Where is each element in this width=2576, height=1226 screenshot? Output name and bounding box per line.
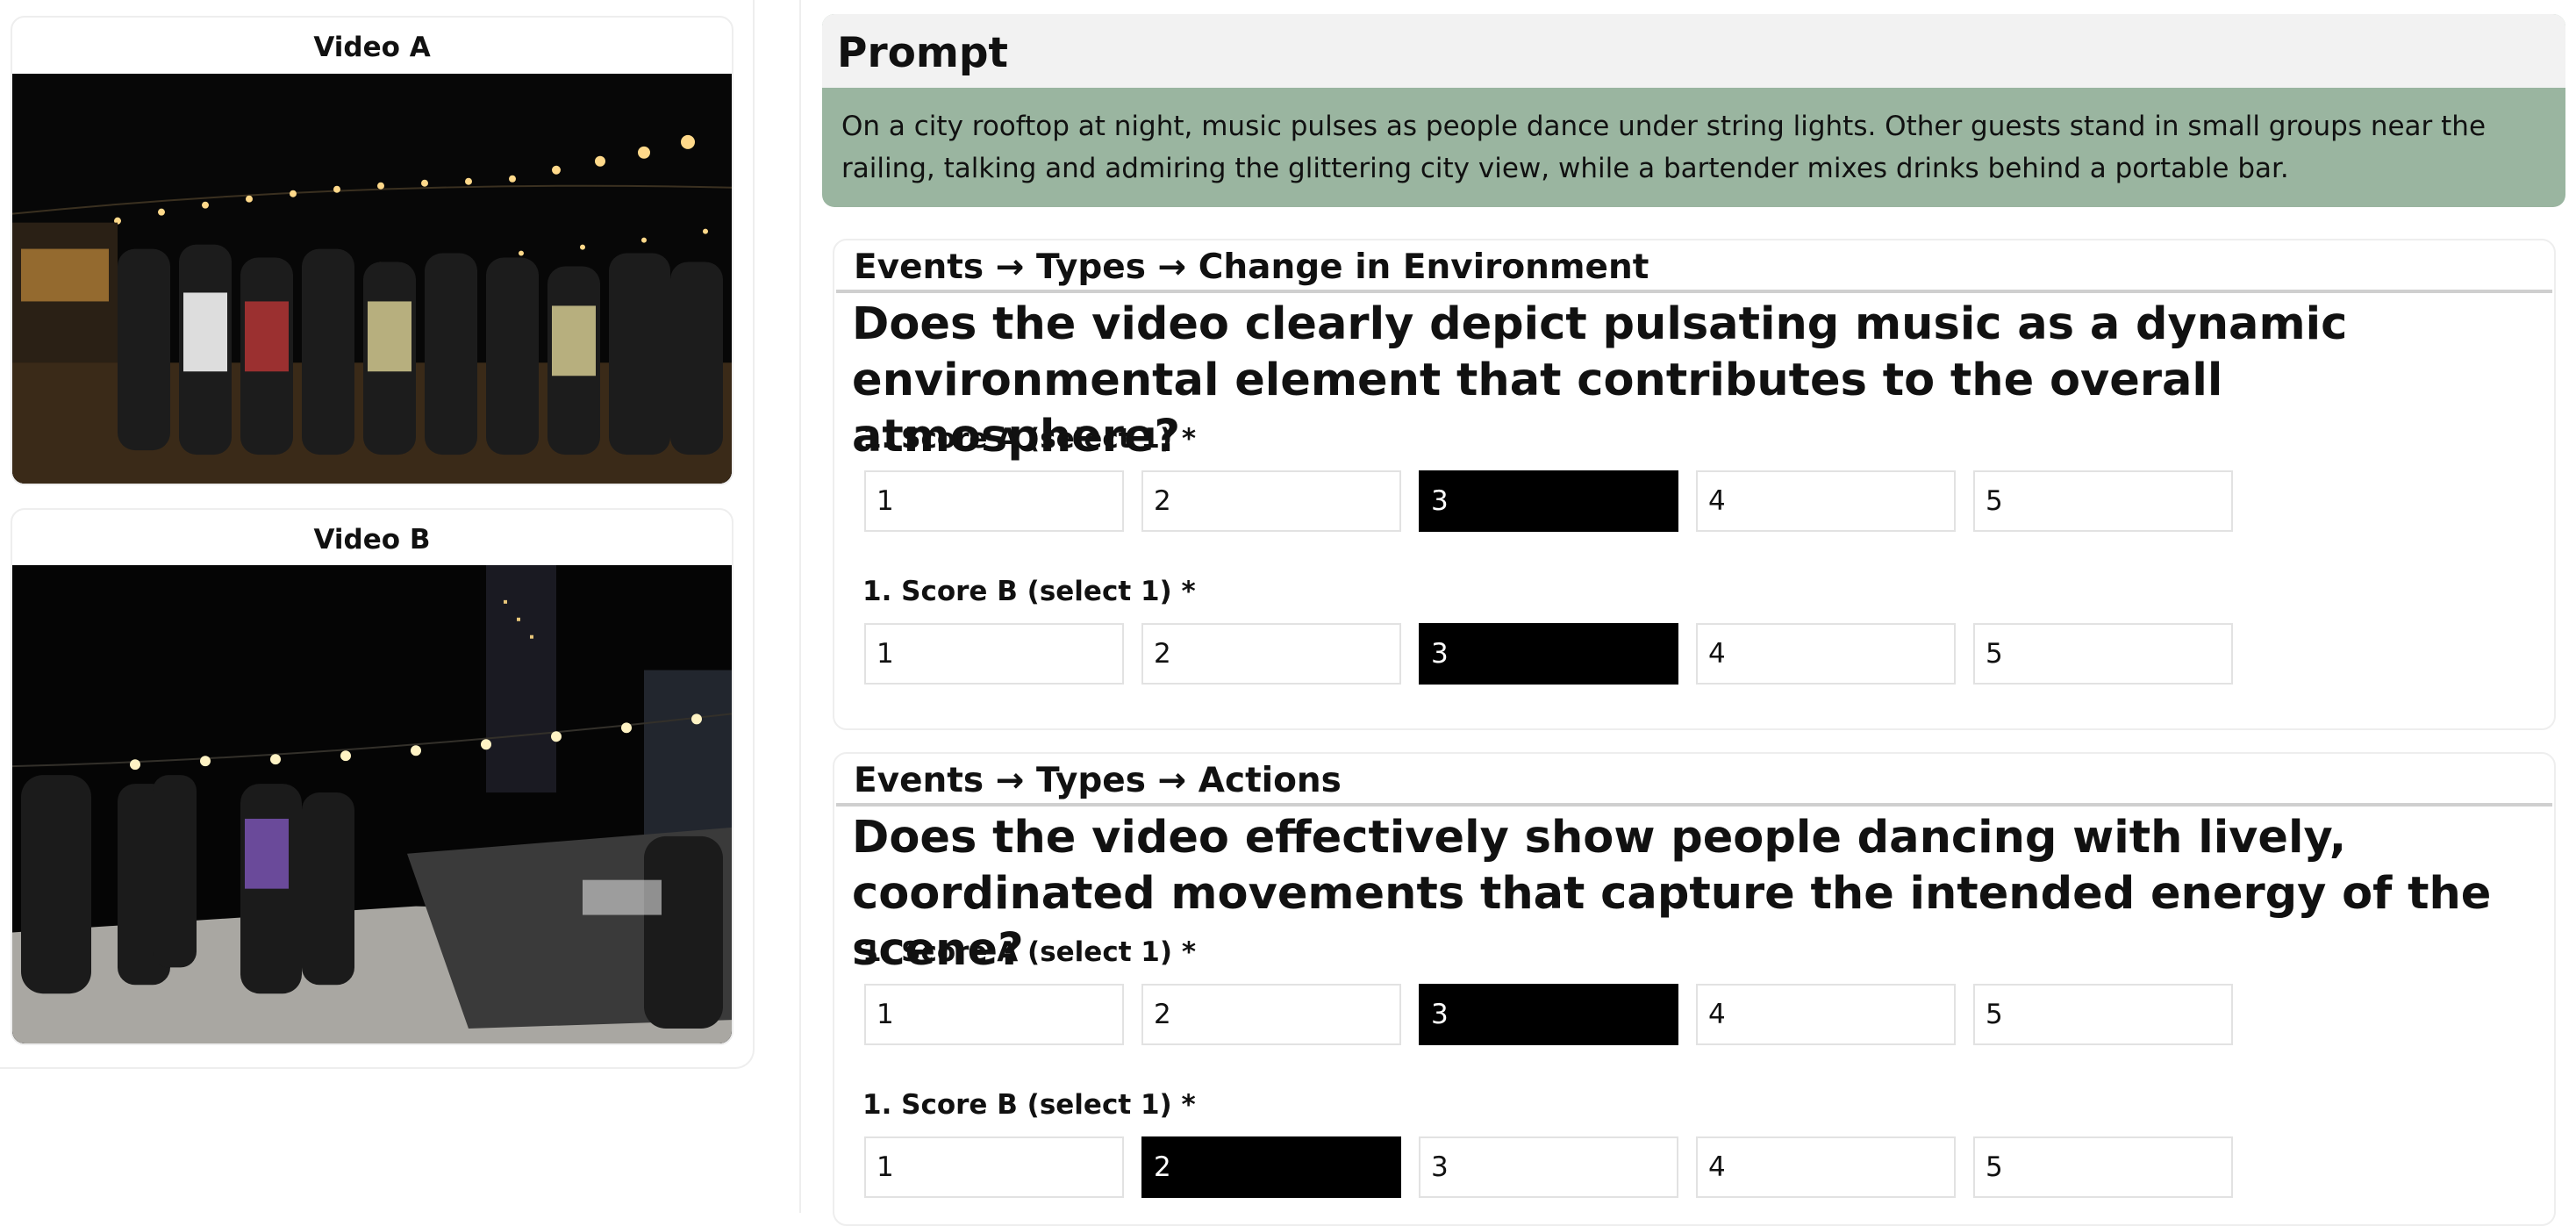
q1-score-a-option-1[interactable]: 1 [864,470,1124,532]
q2-score-b-option-3[interactable]: 3 [1419,1136,1678,1198]
q1-score-a-option-2[interactable]: 2 [1141,470,1401,532]
question-1-score-a-options: 1 2 3 4 5 [864,470,2233,532]
question-2-score-a-options: 1 2 3 4 5 [864,984,2233,1045]
prompt-text: On a city rooftop at night, music pulses… [841,111,2487,184]
q2-score-a-option-2[interactable]: 2 [1141,984,1401,1045]
q2-score-b-option-2[interactable]: 2 [1141,1136,1401,1198]
q1-score-b-option-1[interactable]: 1 [864,623,1124,685]
q1-score-b-option-2[interactable]: 2 [1141,623,1401,685]
question-1-score-b-options: 1 2 3 4 5 [864,623,2233,685]
question-2-score-b-options: 1 2 3 4 5 [864,1136,2233,1198]
video-b-frame-image [12,565,732,1043]
question-1-score-a-label: 1. Score A (select 1) * [862,423,1197,455]
question-card-2: Events → Types → Actions Does the video … [833,752,2556,1226]
q2-score-b-option-4[interactable]: 4 [1696,1136,1956,1198]
question-1-breadcrumb: Events → Types → Change in Environment [836,240,2552,293]
q1-score-b-option-5[interactable]: 5 [1973,623,2233,685]
q2-score-a-option-5[interactable]: 5 [1973,984,2233,1045]
video-b-card: Video B [11,508,733,1045]
evaluation-panel: Prompt On a city rooftop at night, music… [799,0,2576,1226]
video-a-card: Video A [11,16,733,485]
q2-score-a-option-1[interactable]: 1 [864,984,1124,1045]
video-a-player[interactable] [12,74,732,484]
q2-score-a-option-3[interactable]: 3 [1419,984,1678,1045]
question-card-1: Events → Types → Change in Environment D… [833,239,2556,730]
video-b-player[interactable] [12,565,732,1043]
video-a-title: Video A [313,32,431,63]
q1-score-b-option-4[interactable]: 4 [1696,623,1956,685]
video-column: Video A Video B [0,0,755,1069]
q1-score-a-option-4[interactable]: 4 [1696,470,1956,532]
question-2-score-a-label: 1. Score A (select 1) * [862,936,1197,968]
prompt-card: Prompt On a city rooftop at night, music… [822,14,2565,207]
q1-score-b-option-3[interactable]: 3 [1419,623,1678,685]
q1-score-a-option-5[interactable]: 5 [1973,470,2233,532]
prompt-heading: Prompt [822,14,2565,88]
q2-score-b-option-1[interactable]: 1 [864,1136,1124,1198]
video-a-frame-image [12,74,732,484]
question-2-score-b-label: 1. Score B (select 1) * [862,1089,1196,1121]
question-1-score-b-label: 1. Score B (select 1) * [862,576,1196,607]
q2-score-a-option-4[interactable]: 4 [1696,984,1956,1045]
video-b-title: Video B [313,524,431,556]
q2-score-b-option-5[interactable]: 5 [1973,1136,2233,1198]
q1-score-a-option-3[interactable]: 3 [1419,470,1678,532]
question-2-breadcrumb: Events → Types → Actions [836,754,2552,807]
